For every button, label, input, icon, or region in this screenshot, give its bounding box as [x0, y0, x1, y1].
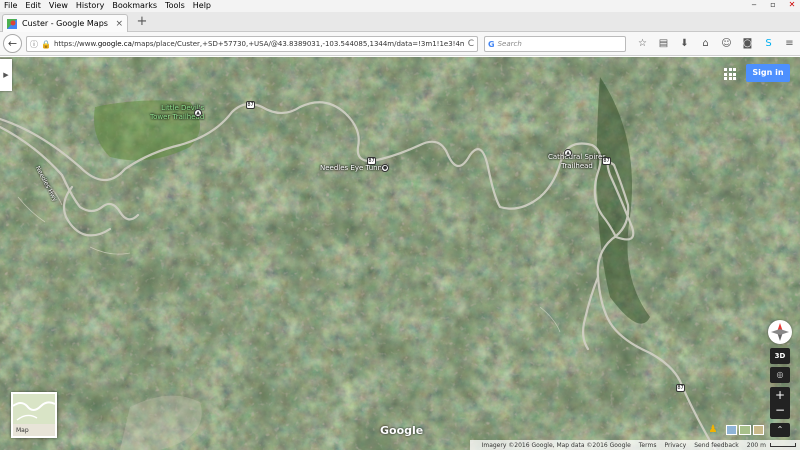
chat-icon[interactable]: ☺ — [716, 36, 737, 52]
tab-close-icon[interactable]: × — [115, 19, 123, 29]
menu-bookmarks[interactable]: Bookmarks — [108, 0, 161, 12]
trailhead-poi-icon[interactable]: ▲ — [564, 149, 572, 157]
toolbar-icons: ☆ ▤ ⬇ ⌂ ☺ ◙ S ≡ — [632, 36, 800, 52]
menu-icon[interactable]: ≡ — [779, 36, 800, 52]
clipboard-icon[interactable]: ▤ — [653, 36, 674, 52]
map-thumbnail-icon — [12, 394, 56, 424]
side-panel-toggle[interactable]: ▶ — [0, 59, 12, 91]
menu-history[interactable]: History — [72, 0, 108, 12]
url-bar[interactable]: ⓘ 🔒 https://www.google.ca/maps/place/Cus… — [26, 36, 478, 52]
my-location-icon[interactable]: ◎ — [770, 367, 790, 383]
imagery-credit: Imagery ©2016 Google, Map data ©2016 Goo… — [481, 441, 631, 449]
sign-in-button[interactable]: Sign in — [746, 64, 790, 82]
compass-icon[interactable] — [768, 320, 792, 344]
google-search-engine-icon[interactable]: G — [488, 40, 495, 49]
scale-label[interactable]: 200 m — [747, 442, 766, 449]
tab-bar: Custer - Google Maps × + — [0, 12, 800, 32]
expand-icon[interactable]: ⌃ — [770, 423, 790, 437]
tab-custer-google-maps[interactable]: Custer - Google Maps × — [2, 14, 128, 32]
tilt-3d-button[interactable]: 3D — [770, 348, 790, 364]
terms-link[interactable]: Terms — [639, 442, 657, 449]
maximize-icon[interactable]: ▫ — [765, 0, 781, 10]
back-button[interactable]: ← — [3, 34, 22, 53]
google-maps-favicon-icon — [7, 18, 17, 29]
search-placeholder: Search — [497, 40, 522, 48]
google-logo: Google — [380, 424, 424, 437]
menu-file[interactable]: File — [0, 0, 21, 12]
route-shield-icon: 87 — [246, 101, 255, 109]
navigation-bar: ← ⓘ 🔒 https://www.google.ca/maps/place/C… — [0, 32, 800, 56]
menu-help[interactable]: Help — [189, 0, 215, 12]
menu-edit[interactable]: Edit — [21, 0, 45, 12]
info-icon[interactable]: ⓘ — [30, 39, 38, 50]
home-icon[interactable]: ⌂ — [695, 36, 716, 52]
route-shield-icon: 87 — [367, 157, 376, 165]
new-tab-button[interactable]: + — [134, 15, 150, 30]
tab-title: Custer - Google Maps — [22, 19, 108, 28]
privacy-link[interactable]: Privacy — [664, 442, 686, 449]
map-type-toggle[interactable]: Map — [11, 392, 57, 438]
route-shield-icon: 87 — [676, 384, 685, 392]
route-shield-icon: 87 — [602, 157, 611, 165]
cathedral-spires-label[interactable]: Cathedral Spires Trailhead — [548, 153, 606, 171]
download-icon[interactable]: ⬇ — [674, 36, 695, 52]
url-text[interactable]: https://www.google.ca/maps/place/Custer,… — [54, 40, 464, 48]
zoom-in-button[interactable]: + — [770, 387, 790, 403]
search-input[interactable]: G Search — [484, 36, 626, 52]
skype-icon[interactable]: S — [758, 36, 779, 52]
zoom-out-button[interactable]: − — [770, 403, 790, 419]
reload-icon[interactable]: C — [468, 39, 474, 49]
send-feedback-link[interactable]: Send feedback — [694, 442, 739, 449]
menu-view[interactable]: View — [45, 0, 72, 12]
window-controls: ‒ ▫ ✕ — [743, 0, 800, 12]
menu-bar: File Edit View History Bookmarks Tools Help ‒ … — [0, 0, 800, 12]
pegman-icon[interactable]: ♟ — [707, 422, 719, 438]
apps-grid-icon[interactable] — [724, 68, 736, 80]
minimize-icon[interactable]: ‒ — [746, 0, 762, 10]
scale-bar — [770, 443, 796, 447]
map-type-label: Map — [16, 427, 29, 434]
imagery-thumbnails[interactable] — [726, 425, 764, 435]
lock-icon: 🔒 — [41, 39, 51, 49]
tunnel-poi-icon[interactable]: ● — [381, 164, 389, 172]
close-window-icon[interactable]: ✕ — [784, 0, 800, 10]
map-canvas[interactable]: ▶ Sign in Little Devil's Tower Trailhead… — [0, 57, 800, 450]
pocket-icon[interactable]: ◙ — [737, 36, 758, 52]
map-footer: Imagery ©2016 Google, Map data ©2016 Goo… — [469, 440, 800, 450]
star-icon[interactable]: ☆ — [632, 36, 653, 52]
menu-tools[interactable]: Tools — [161, 0, 189, 12]
needles-eye-tunnel-label[interactable]: Needles Eye Tunnel — [320, 164, 388, 172]
trailhead-poi-icon[interactable]: ▲ — [194, 109, 202, 117]
